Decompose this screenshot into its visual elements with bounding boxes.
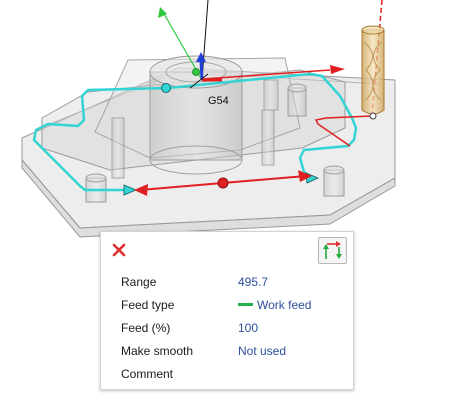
field-label: Comment (121, 367, 174, 381)
cutting-tool[interactable] (361, 25, 385, 120)
feed-direction-icon (323, 241, 342, 259)
toolpath-start-point[interactable] (161, 83, 171, 93)
feed-type-value[interactable]: Work feed (238, 298, 311, 312)
field-label: Range (121, 275, 157, 289)
feed-percent-value[interactable]: 100 (238, 321, 258, 335)
close-icon[interactable] (111, 242, 127, 258)
work-offset-label: G54 (208, 95, 229, 107)
field-label: Make smooth (121, 344, 194, 358)
field-label: Feed type (121, 298, 175, 312)
make-smooth-value[interactable]: Not used (238, 344, 286, 358)
feed-type-text: Work feed (257, 298, 312, 312)
range-value[interactable]: 495.7 (238, 275, 268, 289)
segment-properties-panel: Range 495.7 Feed type Work feed Feed (%)… (100, 231, 354, 390)
work-feed-swatch (238, 303, 253, 307)
field-label: Feed (%) (121, 321, 171, 335)
feed-direction-button[interactable] (318, 237, 347, 264)
